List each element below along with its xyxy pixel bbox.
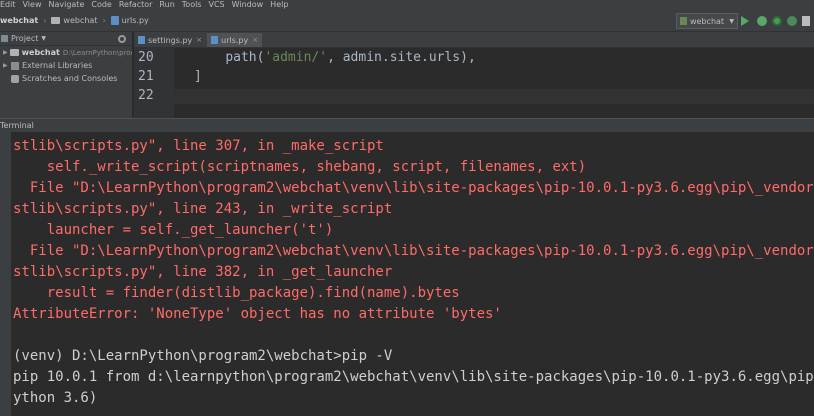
terminal-line: result = finder(distlib_package).find(na…: [13, 285, 460, 301]
code-line[interactable]: ]: [194, 69, 202, 84]
terminal-line: stlib\scripts.py", line 307, in _make_sc…: [13, 138, 384, 154]
breadcrumb-file[interactable]: urls.py: [110, 16, 149, 25]
python-file-icon: [211, 36, 219, 44]
project-icon: [1, 35, 8, 42]
python-file-icon: [138, 36, 145, 44]
terminal-line: ython 3.6): [13, 390, 98, 406]
tab-settings-py[interactable]: settings.py ×: [134, 33, 206, 47]
code-string: 'admin/': [264, 50, 328, 65]
stop-icon[interactable]: [802, 16, 810, 26]
chevron-right-icon: ▶: [3, 62, 8, 69]
chevron-right-icon: ▶: [3, 49, 8, 56]
editor: settings.py × urls.py × 20 21 22 path('a…: [134, 32, 814, 133]
terminal-line: AttributeError: 'NoneType' object has no…: [13, 306, 502, 322]
menu-code[interactable]: Code: [91, 0, 111, 10]
close-icon[interactable]: ×: [196, 36, 202, 44]
folder-icon: [51, 17, 61, 24]
menu-help[interactable]: Help: [270, 0, 288, 10]
menu-tools[interactable]: Tools: [182, 0, 202, 10]
terminal-line: stlib\scripts.py", line 382, in _get_lau…: [13, 264, 393, 280]
menu-run[interactable]: Run: [159, 0, 174, 10]
run-icon[interactable]: [741, 16, 749, 26]
python-file-icon: [110, 16, 119, 25]
menu-edit[interactable]: Edit: [0, 0, 16, 10]
terminal-title: Terminal: [0, 121, 34, 130]
menu-navigate[interactable]: Navigate: [48, 0, 84, 10]
current-line-highlight: [174, 89, 814, 104]
gear-icon[interactable]: [118, 35, 126, 43]
terminal-toolbar: [0, 132, 11, 416]
library-icon: [11, 61, 19, 70]
menu-refactor[interactable]: Refactor: [119, 0, 153, 10]
tree-item-label: External Libraries: [22, 61, 93, 70]
terminal-output[interactable]: stlib\scripts.py", line 307, in _make_sc…: [11, 132, 814, 416]
chevron-right-icon: ›: [102, 16, 106, 25]
tree-item-label: webchat: [21, 48, 60, 57]
debug-icon[interactable]: [757, 16, 767, 26]
chevron-right-icon: ›: [43, 16, 47, 25]
breadcrumb-folder[interactable]: webchat ›: [51, 16, 106, 25]
tree-item-external-libraries[interactable]: ▶ External Libraries: [0, 59, 132, 72]
tree-item-label: Scratches and Consoles: [22, 74, 118, 83]
menu-bar: Edit View Navigate Code Refactor Run Too…: [0, 0, 814, 10]
terminal-line: File "D:\LearnPython\program2\webchat\ve…: [13, 180, 814, 196]
tree-item-path: D:\LearnPython\progr: [62, 48, 132, 57]
terminal-line: stlib\scripts.py", line 243, in _write_s…: [13, 201, 393, 217]
python-icon: [680, 17, 687, 25]
tab-label: urls.py: [221, 35, 249, 45]
menu-vcs[interactable]: VCS: [208, 0, 224, 10]
tree-item-scratches[interactable]: Scratches and Consoles: [0, 72, 132, 85]
coverage-icon[interactable]: [772, 16, 782, 26]
profile-icon[interactable]: [787, 16, 797, 26]
terminal-line: (venv) D:\LearnPython\program2\webchat>p…: [13, 348, 393, 364]
scratches-icon: [11, 74, 19, 83]
run-config-selector[interactable]: webchat ▼: [676, 13, 738, 29]
menu-view[interactable]: View: [23, 0, 42, 10]
breadcrumb-label: webchat: [0, 16, 39, 25]
terminal-line: launcher = self._get_launcher('t'): [13, 222, 334, 238]
code-token: path(: [225, 50, 265, 65]
breadcrumb-label: webchat: [63, 16, 98, 25]
dropdown-arrow-icon: ▼: [41, 35, 46, 42]
tree-item-project-root[interactable]: ▶ webchat D:\LearnPython\progr: [0, 46, 132, 59]
editor-tabs: settings.py × urls.py ×: [134, 32, 814, 48]
line-number: 21: [138, 69, 154, 84]
breadcrumb-project[interactable]: webchat ›: [0, 16, 46, 25]
code-token: , admin.site.urls),: [327, 50, 476, 65]
tab-label: settings.py: [148, 35, 193, 45]
terminal-header: Terminal: [0, 118, 814, 132]
tab-urls-py[interactable]: urls.py ×: [207, 33, 263, 47]
dropdown-arrow-icon: ▼: [729, 17, 734, 25]
code-line[interactable]: path('admin/', admin.site.urls),: [194, 50, 476, 65]
line-number: 22: [138, 88, 154, 103]
folder-icon: [9, 49, 19, 56]
project-panel-header[interactable]: Project ▼: [0, 32, 132, 46]
project-panel-title: Project: [11, 34, 39, 43]
project-panel: Project ▼ ▶ webchat D:\LearnPython\progr…: [0, 32, 133, 118]
terminal-line: pip 10.0.1 from d:\learnpython\program2\…: [13, 369, 814, 385]
line-number: 20: [138, 50, 154, 65]
terminal-line: File "D:\LearnPython\program2\webchat\ve…: [13, 243, 814, 259]
close-icon[interactable]: ×: [252, 36, 258, 44]
terminal-line: self._write_script(scriptnames, shebang,…: [13, 159, 587, 175]
run-config-label: webchat: [690, 16, 725, 26]
menu-window[interactable]: Window: [232, 0, 264, 10]
breadcrumb-label: urls.py: [121, 16, 149, 25]
